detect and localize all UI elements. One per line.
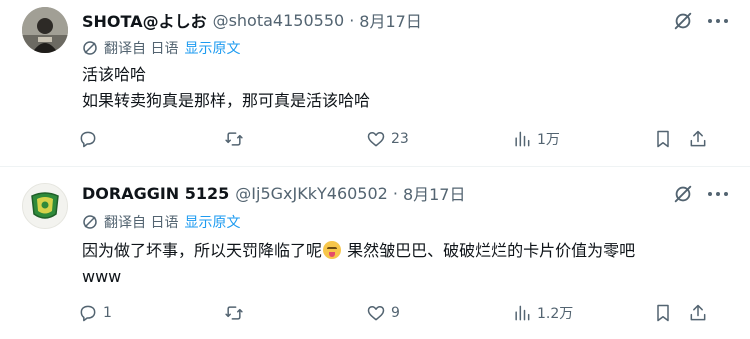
tweet[interactable]: SHOTA@よしお @shota4150550 · 8月17日 翻译自 日语 显… bbox=[0, 0, 750, 166]
heart-icon bbox=[367, 132, 385, 147]
tweet-date[interactable]: 8月17日 bbox=[359, 8, 422, 32]
tweet-text-segment: 果然皱巴巴、破破烂烂的卡片价值为零吧 bbox=[342, 241, 636, 260]
avatar-photo bbox=[22, 7, 68, 53]
tweet-line: 如果转卖狗真是那样，那可真是活该哈哈 bbox=[82, 91, 371, 110]
action-bar: 1 9 1.2万 bbox=[76, 301, 726, 325]
share-button[interactable] bbox=[688, 127, 708, 151]
like-count: 23 bbox=[391, 131, 409, 147]
share-icon bbox=[690, 304, 706, 321]
reply-count: 1 bbox=[103, 305, 112, 321]
views-chart-icon bbox=[515, 305, 530, 321]
show-original-link[interactable]: 显示原文 bbox=[184, 212, 240, 232]
share-icon bbox=[690, 130, 706, 147]
translate-globe-icon bbox=[83, 41, 97, 55]
tweet[interactable]: DORAGGIN 5125 @Ij5GxJKkY460502 · 8月17日 翻… bbox=[0, 167, 750, 339]
tweet-date[interactable]: 8月17日 bbox=[403, 181, 466, 205]
bookmark-button[interactable] bbox=[653, 301, 673, 325]
tweet-line: www bbox=[82, 267, 122, 286]
tweet-header: DORAGGIN 5125 @Ij5GxJKkY460502 · 8月17日 bbox=[82, 181, 465, 205]
reply-button[interactable]: 1 bbox=[78, 301, 112, 325]
tweet-line: 因为做了坏事，所以天罚降临了呢 果然皱巴巴、破破烂烂的卡片价值为零吧 bbox=[82, 238, 635, 264]
heart-icon bbox=[367, 306, 385, 321]
bookmark-button[interactable] bbox=[653, 127, 673, 151]
share-button[interactable] bbox=[688, 301, 708, 325]
retweet-button[interactable] bbox=[224, 301, 249, 325]
display-name[interactable]: SHOTA@よしお bbox=[82, 8, 207, 32]
avatar-emblem bbox=[23, 184, 67, 228]
tweet-text-segment: 因为做了坏事，所以天罚降临了呢 bbox=[82, 241, 323, 260]
views-button[interactable]: 1万 bbox=[512, 127, 560, 151]
retweet-icon bbox=[225, 132, 243, 146]
translation-bar: 翻译自 日语 显示原文 bbox=[82, 38, 240, 58]
translation-bar: 翻译自 日语 显示原文 bbox=[82, 212, 240, 232]
translation-label: 翻译自 日语 bbox=[104, 215, 179, 231]
like-count: 9 bbox=[391, 305, 400, 321]
more-dots-icon[interactable] bbox=[708, 184, 728, 204]
views-chart-icon bbox=[515, 131, 530, 147]
view-count: 1万 bbox=[537, 132, 560, 148]
reply-button[interactable] bbox=[78, 127, 103, 151]
tweet-header: SHOTA@よしお @shota4150550 · 8月17日 bbox=[82, 8, 422, 32]
tweet-text: 因为做了坏事，所以天罚降临了呢 果然皱巴巴、破破烂烂的卡片价值为零吧 www bbox=[82, 238, 635, 290]
display-name[interactable]: DORAGGIN 5125 bbox=[82, 184, 229, 203]
retweet-button[interactable] bbox=[224, 127, 249, 151]
like-button[interactable]: 23 bbox=[366, 127, 409, 151]
separator: · bbox=[349, 10, 355, 30]
more-dots-icon[interactable] bbox=[708, 11, 728, 31]
avatar[interactable] bbox=[22, 183, 68, 229]
tweet-line: 活该哈哈 bbox=[82, 65, 147, 84]
bookmark-icon bbox=[657, 130, 669, 148]
reply-icon bbox=[80, 131, 96, 148]
action-bar: 23 1万 bbox=[76, 127, 726, 151]
avatar[interactable] bbox=[22, 7, 68, 53]
translation-label: 翻译自 日语 bbox=[104, 41, 179, 57]
squinting-tongue-emoji bbox=[323, 241, 342, 259]
retweet-icon bbox=[225, 306, 243, 320]
view-count: 1.2万 bbox=[537, 306, 574, 322]
views-button[interactable]: 1.2万 bbox=[512, 301, 573, 325]
tweet-text: 活该哈哈 如果转卖狗真是那样，那可真是活该哈哈 bbox=[82, 62, 370, 114]
bookmark-icon bbox=[657, 304, 669, 322]
grok-icon[interactable] bbox=[672, 183, 694, 205]
translate-globe-icon bbox=[83, 215, 97, 229]
show-original-link[interactable]: 显示原文 bbox=[184, 38, 240, 58]
user-handle[interactable]: @Ij5GxJKkY460502 bbox=[235, 184, 388, 203]
like-button[interactable]: 9 bbox=[366, 301, 400, 325]
user-handle[interactable]: @shota4150550 bbox=[213, 11, 345, 30]
reply-icon bbox=[80, 305, 96, 322]
separator: · bbox=[392, 183, 398, 203]
grok-icon[interactable] bbox=[672, 10, 694, 32]
